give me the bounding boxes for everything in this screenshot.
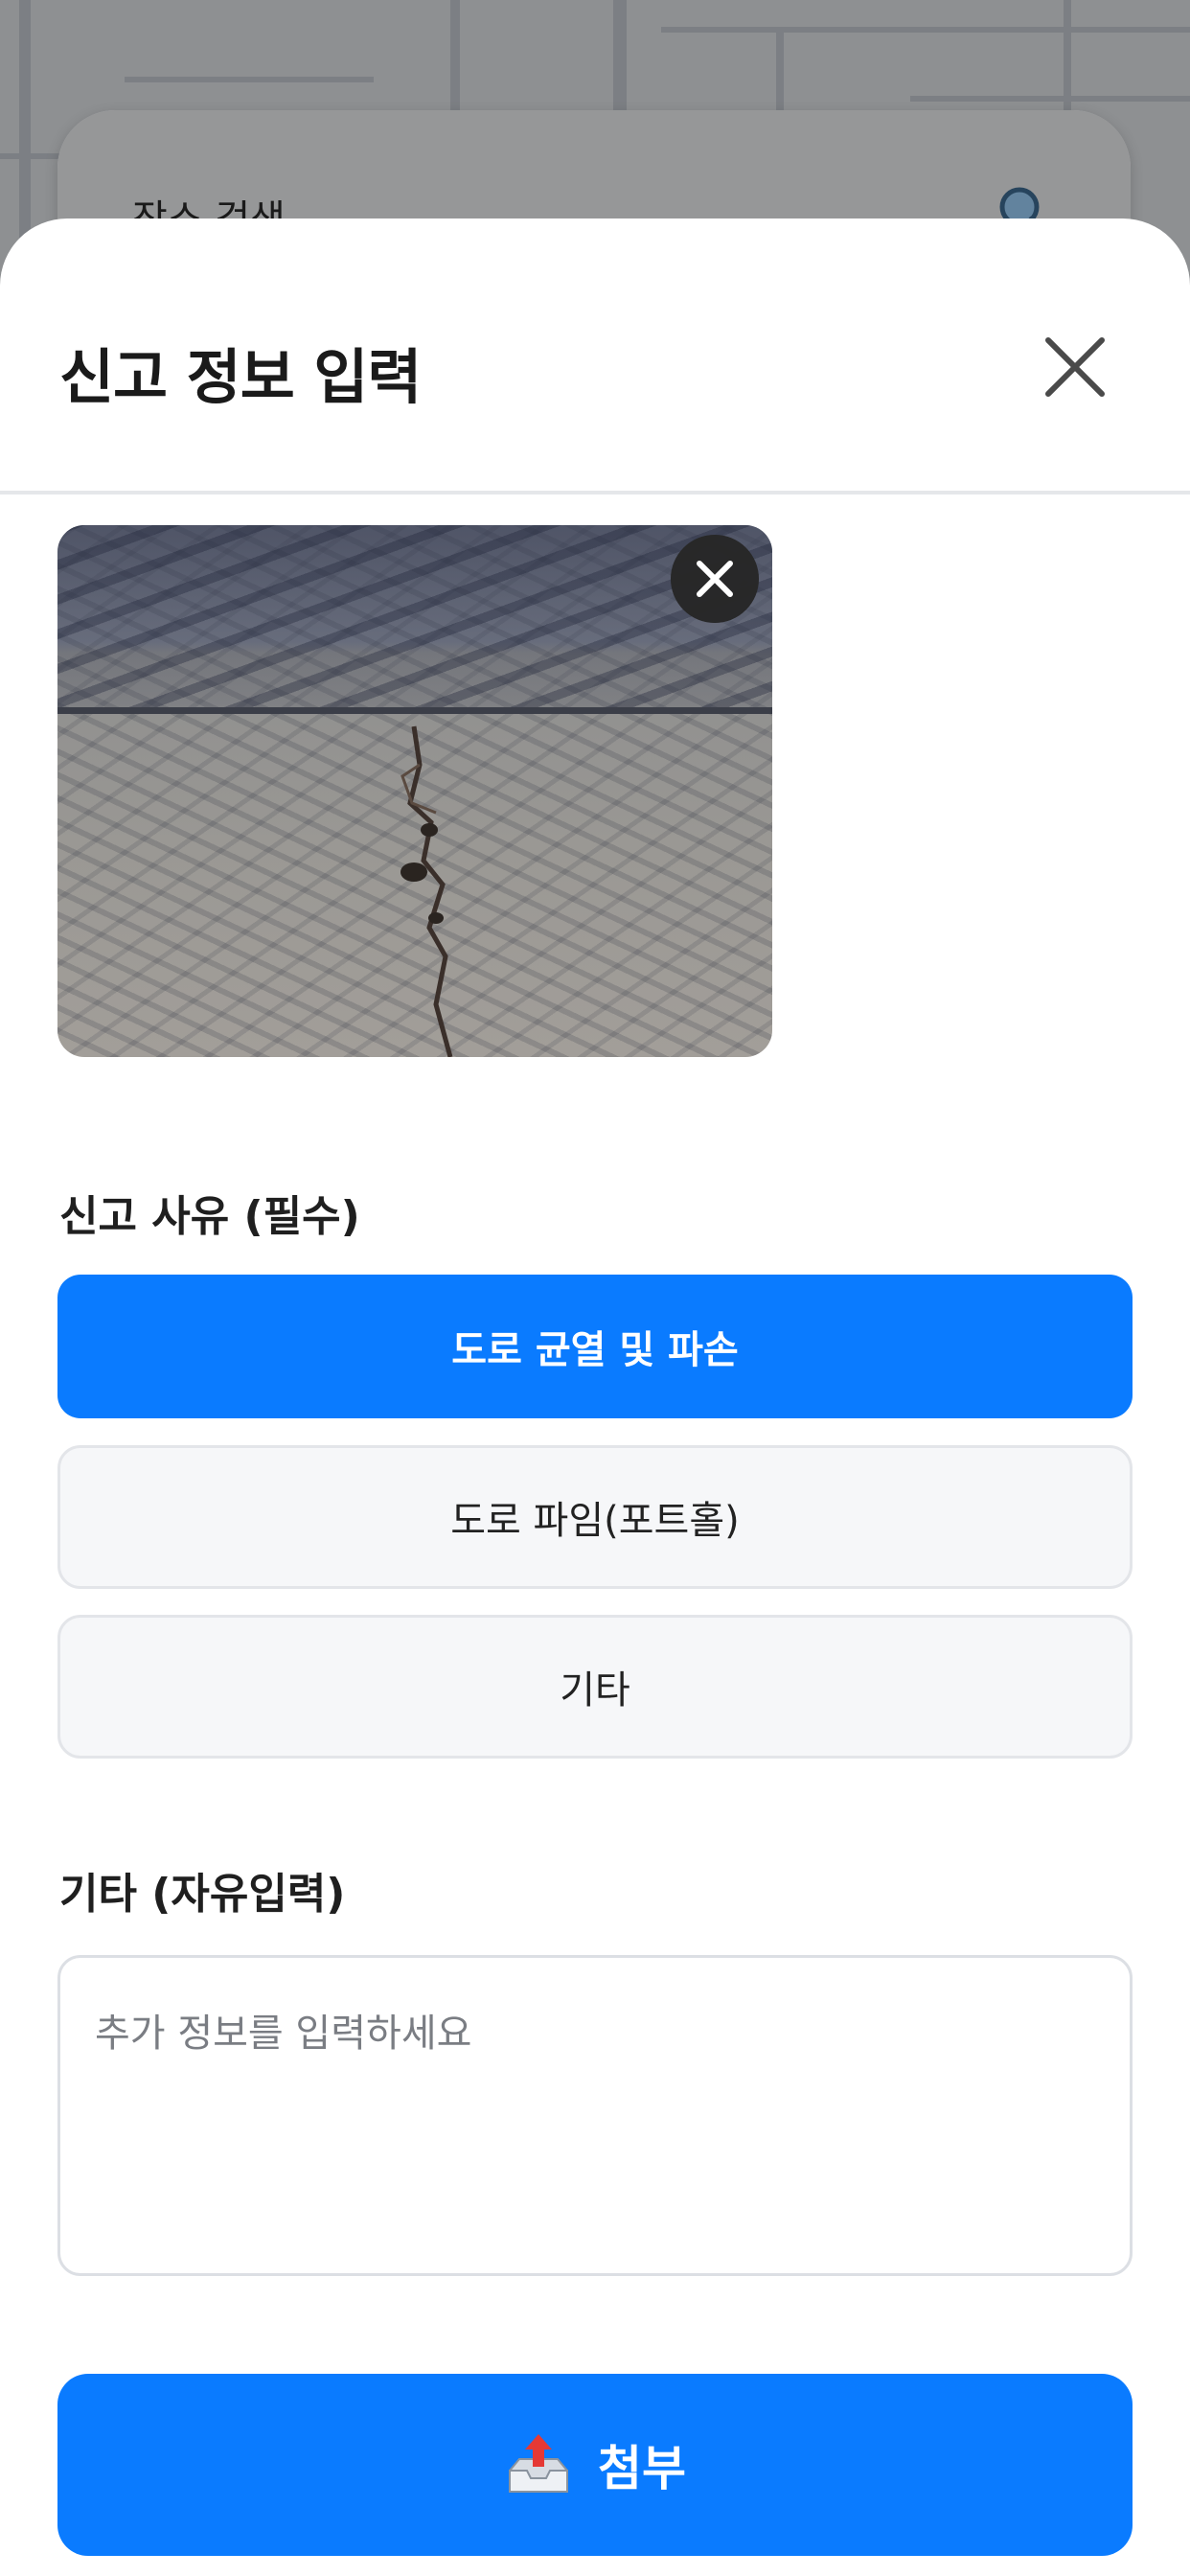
- report-bottom-sheet: 신고 정보 입력 신고 사유 (필수) 도로 균열 및 파손 도로 파임(포트홀…: [0, 218, 1190, 2576]
- reason-option-label: 기타: [560, 1668, 630, 1713]
- free-input-section-label: 기타 (자유입력): [59, 1870, 346, 1919]
- attach-button[interactable]: 첨부: [57, 2374, 1133, 2556]
- close-icon[interactable]: [1037, 329, 1113, 405]
- outbox-tray-icon: [509, 2434, 568, 2493]
- header-divider: [0, 491, 1190, 494]
- attached-photo: [57, 525, 772, 1057]
- reason-option-label: 도로 파임(포트홀): [450, 1499, 740, 1543]
- additional-info-textarea[interactable]: [57, 1955, 1133, 2276]
- reason-option-road-crack[interactable]: 도로 균열 및 파손: [57, 1275, 1133, 1418]
- remove-photo-icon[interactable]: [671, 535, 759, 623]
- reason-option-pothole[interactable]: 도로 파임(포트홀): [57, 1445, 1133, 1589]
- reason-option-other[interactable]: 기타: [57, 1615, 1133, 1759]
- reason-option-label: 도로 균열 및 파손: [451, 1328, 739, 1372]
- sheet-title: 신고 정보 입력: [59, 342, 422, 412]
- attach-button-label: 첨부: [598, 2441, 686, 2496]
- reason-section-label: 신고 사유 (필수): [59, 1192, 360, 1241]
- road-crack-graphic: [400, 725, 453, 1057]
